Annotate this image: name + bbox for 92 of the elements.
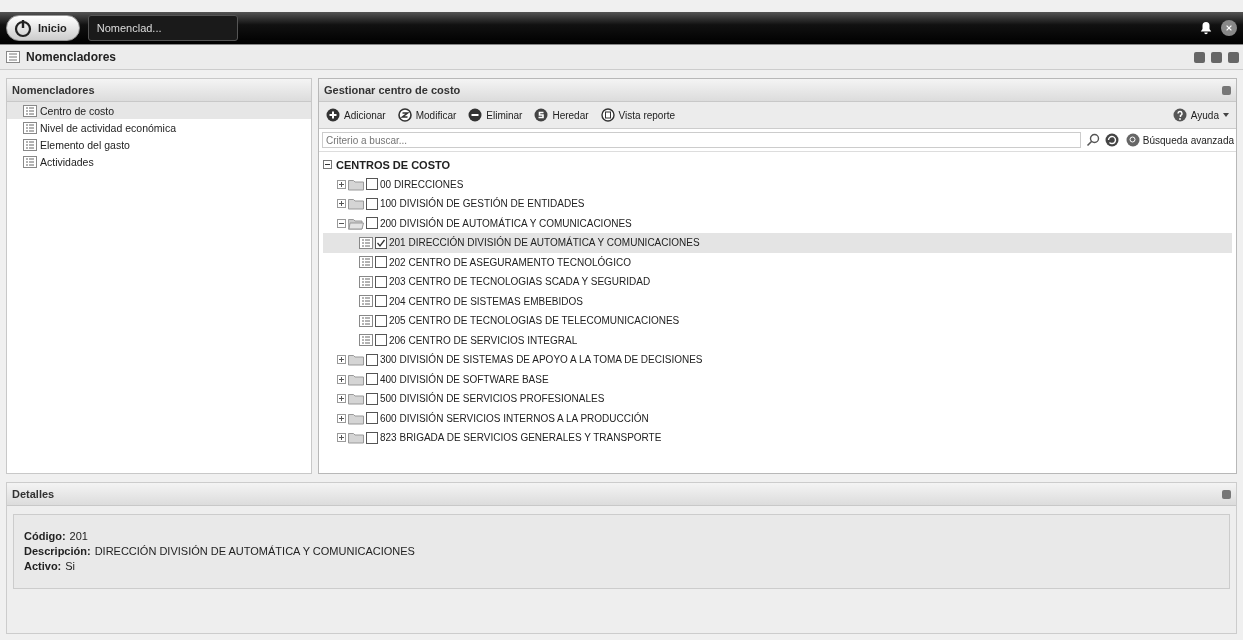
folder-icon (348, 216, 364, 230)
caret-icon (1223, 113, 1229, 117)
toolbar-button[interactable]: Adicionar (325, 106, 387, 124)
sidebar-item[interactable]: Nivel de actividad económica (7, 119, 311, 136)
search-icon[interactable] (1085, 133, 1100, 147)
checkbox[interactable] (375, 275, 387, 288)
folder-icon (348, 353, 364, 367)
tree-node[interactable]: 600 DIVISIÓN SERVICIOS INTERNOS A LA PRODUCCIÓN (323, 408, 655, 428)
panel-title: Detalles (12, 488, 55, 500)
checkbox[interactable] (375, 334, 387, 347)
close-icon[interactable] (1221, 20, 1237, 36)
checkbox[interactable] (366, 197, 378, 210)
tree-node[interactable]: 823 BRIGADA DE SERVICIOS GENERALES Y TRANSPORTE (323, 428, 668, 448)
tree-node[interactable]: 204 CENTRO DE SISTEMAS EMBEBIDOS (323, 291, 589, 311)
tree-node[interactable]: 205 CENTRO DE TECNOLOGIAS DE TELECOMUNICACIONES (323, 311, 686, 331)
checkbox[interactable] (366, 353, 378, 366)
folder-icon (348, 372, 364, 386)
expand-icon[interactable] (337, 179, 346, 189)
checkbox[interactable] (366, 392, 378, 405)
checkbox[interactable] (366, 412, 378, 425)
toolbar-button[interactable]: Heredar (533, 106, 590, 124)
power-icon (13, 18, 33, 38)
list-icon (23, 155, 37, 168)
field-label: Activo: (24, 560, 62, 572)
edit-icon (397, 108, 412, 122)
tree-node[interactable]: 200 DIVISIÓN DE AUTOMÁTICA Y COMUNICACIONES (323, 213, 638, 233)
checkbox[interactable] (375, 314, 387, 327)
checkbox[interactable] (366, 373, 378, 386)
list-icon (359, 275, 373, 288)
tree-node[interactable]: 206 CENTRO DE SERVICIOS INTEGRAL (323, 330, 584, 350)
folder-icon (348, 411, 364, 425)
report-icon (600, 108, 615, 122)
toolbar-button[interactable]: Modificar (396, 106, 458, 124)
field-value: DIRECCIÓN DIVISIÓN DE AUTOMÁTICA Y COMUNICACIONES (94, 545, 415, 557)
tree-node[interactable]: 400 DIVISIÓN DE SOFTWARE BASE (323, 369, 555, 389)
sidebar-item[interactable]: Actividades (7, 153, 311, 170)
search-field[interactable]: Criterio a buscar... (322, 132, 1081, 148)
checkbox[interactable] (366, 178, 378, 191)
toolbar-button[interactable]: Eliminar (467, 106, 524, 124)
panel-title: Gestionar centro de costo (324, 84, 461, 96)
folder-icon (348, 177, 364, 191)
list-icon (359, 314, 373, 327)
advanced-search-button[interactable]: Búsqueda avanzada (1123, 133, 1236, 147)
checkbox[interactable] (366, 431, 378, 444)
folder-icon (348, 431, 364, 445)
list-icon (23, 121, 37, 134)
list-icon (359, 236, 373, 249)
window-title: Nomencladores (26, 50, 117, 64)
inherit-icon (534, 108, 549, 122)
expand-icon[interactable] (337, 199, 346, 209)
taskbar-window-tab[interactable]: Nomenclad... (87, 15, 238, 41)
refresh-icon[interactable] (1104, 133, 1119, 147)
field-value: 201 (69, 530, 88, 542)
list-icon (6, 51, 20, 63)
bell-icon[interactable] (1199, 20, 1213, 36)
folder-icon (348, 392, 364, 406)
expand-icon[interactable] (337, 413, 346, 423)
field-value: Si (65, 560, 76, 572)
field-label: Descripción: (24, 545, 91, 557)
list-icon (359, 295, 373, 308)
list-icon (359, 334, 373, 347)
folder-icon (348, 197, 364, 211)
list-icon (23, 104, 37, 117)
expand-icon[interactable] (337, 374, 346, 384)
help-icon (1172, 108, 1187, 122)
expand-icon[interactable] (337, 394, 346, 404)
tree-node[interactable]: CENTROS DE COSTO (323, 155, 457, 175)
checked-checkbox[interactable] (375, 236, 387, 249)
advanced-search-icon (1125, 133, 1140, 147)
tree-node[interactable]: 300 DIVISIÓN DE SISTEMAS DE APOYO A LA TOMA DE DECISIONES (323, 350, 709, 370)
add-icon (326, 108, 340, 122)
list-icon (359, 256, 373, 269)
panel-title: Nomencladores (12, 84, 95, 96)
sidebar-item[interactable]: Centro de costo (7, 102, 311, 119)
minus-icon (468, 108, 483, 122)
expand-icon[interactable] (337, 355, 346, 365)
checkbox[interactable] (375, 256, 387, 269)
tree-node[interactable]: 201 DIRECCIÓN DIVISIÓN DE AUTOMÁTICA Y COMUNICACIONES (323, 233, 1232, 253)
help-button[interactable]: Ayuda (1171, 106, 1230, 124)
tree-node[interactable]: 500 DIVISIÓN DE SERVICIOS PROFESIONALES (323, 389, 611, 409)
checkbox[interactable] (375, 295, 387, 308)
tree-node[interactable]: 00 DIRECCIONES (323, 174, 470, 194)
expand-icon[interactable] (337, 433, 346, 443)
checkbox[interactable] (366, 217, 378, 230)
field-label: Código: (24, 530, 66, 542)
list-icon (23, 138, 37, 151)
sidebar-item[interactable]: Elemento del gasto (7, 136, 311, 153)
start-button[interactable]: Inicio (6, 15, 80, 41)
toolbar-button[interactable]: Vista reporte (599, 106, 677, 124)
tree-node[interactable]: 203 CENTRO DE TECNOLOGIAS SCADA Y SEGURIDAD (323, 272, 657, 292)
tree-node[interactable]: 100 DIVISIÓN DE GESTIÓN DE ENTIDADES (323, 194, 591, 214)
tree-node[interactable]: 202 CENTRO DE ASEGURAMENTO TECNOLÓGICO (323, 252, 637, 272)
